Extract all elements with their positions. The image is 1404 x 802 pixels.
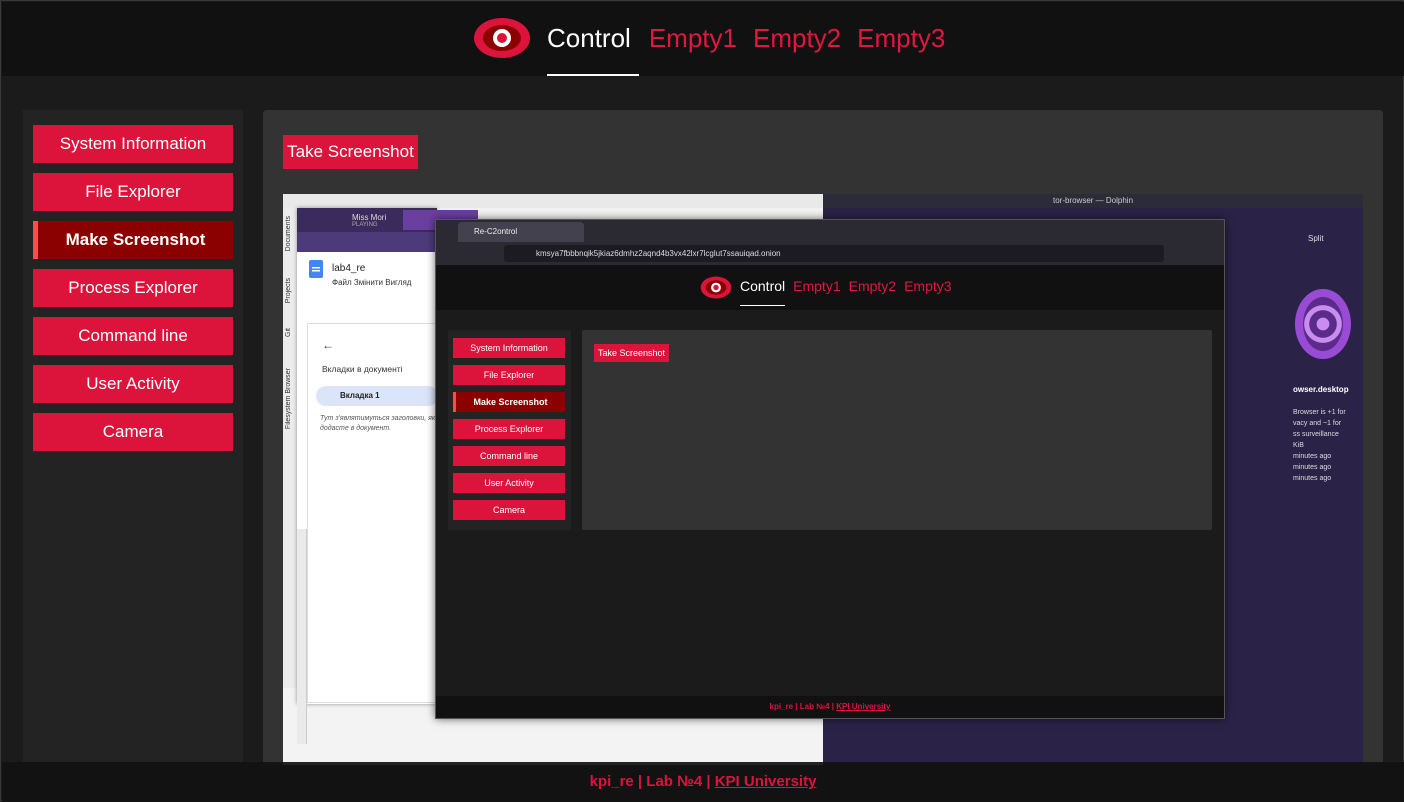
captured-side-item: Process Explorer <box>453 419 565 439</box>
captured-app-footer: kpi_re | Lab №4 | KPI University <box>436 696 1224 718</box>
captured-docs-window: Miss Mori PLAYING lab4_re Файл Змінити В… <box>297 208 438 704</box>
captured-ruler <box>297 529 307 744</box>
eye-logo-icon <box>474 18 530 58</box>
captured-panel-tab-item: Вкладка 1 <box>316 386 438 406</box>
sidebar-item-command-line[interactable]: Command line <box>33 317 233 355</box>
sidebar-item-make-screenshot[interactable]: Make Screenshot <box>33 221 233 259</box>
captured-app-main: Take Screenshot <box>582 330 1212 530</box>
sidebar-item-file-explorer[interactable]: File Explorer <box>33 173 233 211</box>
captured-file-name: owser.desktop <box>1293 385 1349 394</box>
captured-docs-icon <box>309 260 323 278</box>
captured-nav-empty3: Empty3 <box>904 278 952 294</box>
captured-info-line: minutes ago <box>1293 475 1332 482</box>
captured-app-header: Control Empty1 Empty2 Empty3 <box>436 266 1224 310</box>
captured-info-line: ss surveillance <box>1293 431 1339 438</box>
take-screenshot-button[interactable]: Take Screenshot <box>283 135 418 169</box>
nav-tab-empty3[interactable]: Empty3 <box>849 20 953 76</box>
captured-dolphin-info: owser.desktop Browser is +1 for vacy and… <box>1293 384 1363 484</box>
captured-side-item: User Activity <box>453 473 565 493</box>
captured-app-sidebar: System Information File Explorer Make Sc… <box>448 330 571 530</box>
captured-vtab-projects: Projects <box>285 278 292 304</box>
main-nav: Control Empty1 Empty2 Empty3 <box>547 20 953 76</box>
captured-nav-empty1: Empty1 <box>793 278 841 294</box>
captured-info-line: minutes ago <box>1293 464 1332 471</box>
nav-tab-empty1[interactable]: Empty1 <box>641 20 745 76</box>
captured-nav-control: Control <box>740 278 786 306</box>
captured-panel-hint: Тут з'являтимуться заголовки, як додасте… <box>320 415 436 432</box>
sidebar-item-user-activity[interactable]: User Activity <box>33 365 233 403</box>
captured-info-line: minutes ago <box>1293 453 1332 460</box>
sidebar-item-process-explorer[interactable]: Process Explorer <box>33 269 233 307</box>
captured-vertical-tabs: Documents Projects Git Filesystem Browse… <box>283 208 297 688</box>
captured-side-item: Make Screenshot <box>453 392 565 412</box>
top-navbar: Control Empty1 Empty2 Empty3 <box>2 2 1404 76</box>
captured-browser-tabbar: Re-C2ontrol <box>436 220 1224 242</box>
captured-nav-empty2: Empty2 <box>848 278 897 294</box>
nav-tab-control[interactable]: Control <box>547 20 639 76</box>
captured-tor-logo-icon <box>1295 289 1351 359</box>
footer-text: kpi_re | Lab №4 | <box>589 773 715 790</box>
captured-docs-tab-status: PLAYING <box>352 222 378 228</box>
captured-back-arrow-icon: ← <box>322 338 334 352</box>
captured-vtab-filesystem: Filesystem Browser <box>285 368 292 430</box>
sidebar-item-camera[interactable]: Camera <box>33 413 233 451</box>
captured-app-nav: Control Empty1 Empty2 Empty3 <box>740 278 960 306</box>
captured-footer-text: kpi_re | Lab №4 | <box>769 702 837 711</box>
captured-panel-heading: Вкладки в документі <box>322 364 403 374</box>
captured-side-item: File Explorer <box>453 365 565 385</box>
captured-info-line: KiB <box>1293 442 1304 449</box>
captured-side-item: Command line <box>453 446 565 466</box>
captured-side-item: System Information <box>453 338 565 358</box>
captured-editor-titlebar <box>283 194 823 208</box>
captured-take-screenshot-button: Take Screenshot <box>594 344 669 362</box>
captured-vtab-git: Git <box>285 328 292 337</box>
captured-docs-tabs-panel: ← Вкладки в документі Вкладка 1 Тут з'яв… <box>307 323 438 703</box>
captured-docs-navbar <box>297 232 437 252</box>
captured-browser-tab: Re-C2ontrol <box>458 222 584 242</box>
nav-tab-empty2[interactable]: Empty2 <box>745 20 849 76</box>
captured-dolphin-titlebar: tor-browser — Dolphin <box>823 194 1363 208</box>
captured-eye-logo-icon <box>700 276 732 299</box>
captured-browser-urlbar: kmsya7fbbbnqik5jkiaz6dmhz2aqnd4b3vx42lxr… <box>436 242 1224 266</box>
captured-docs-tab-music: Miss Mori <box>352 213 387 222</box>
footer-link-kpi-university[interactable]: KPI University <box>715 773 817 790</box>
sidebar: System Information File Explorer Make Sc… <box>23 110 243 765</box>
captured-browser-window: Re-C2ontrol kmsya7fbbbnqik5jkiaz6dmhz2aq… <box>435 219 1225 719</box>
captured-info-line: Browser is +1 for <box>1293 409 1346 416</box>
screenshot-image: Documents Projects Git Filesystem Browse… <box>283 194 1363 765</box>
captured-browser-url: kmsya7fbbbnqik5jkiaz6dmhz2aqnd4b3vx42lxr… <box>504 245 1164 262</box>
captured-docs-title: lab4_re <box>332 263 366 274</box>
captured-dolphin-split: Split <box>1308 234 1324 243</box>
page-footer: kpi_re | Lab №4 | KPI University <box>2 762 1404 802</box>
app-window: Control Empty1 Empty2 Empty3 System Info… <box>0 0 1404 802</box>
main-panel: Take Screenshot Documents Projects Git F… <box>263 110 1383 765</box>
captured-docs-menu: Файл Змінити Вигляд <box>332 278 412 287</box>
captured-footer-link: KPI University <box>836 702 891 711</box>
sidebar-item-system-information[interactable]: System Information <box>33 125 233 163</box>
captured-info-line: vacy and ~1 for <box>1293 420 1342 427</box>
captured-vtab-documents: Documents <box>285 216 292 252</box>
captured-side-item: Camera <box>453 500 565 520</box>
